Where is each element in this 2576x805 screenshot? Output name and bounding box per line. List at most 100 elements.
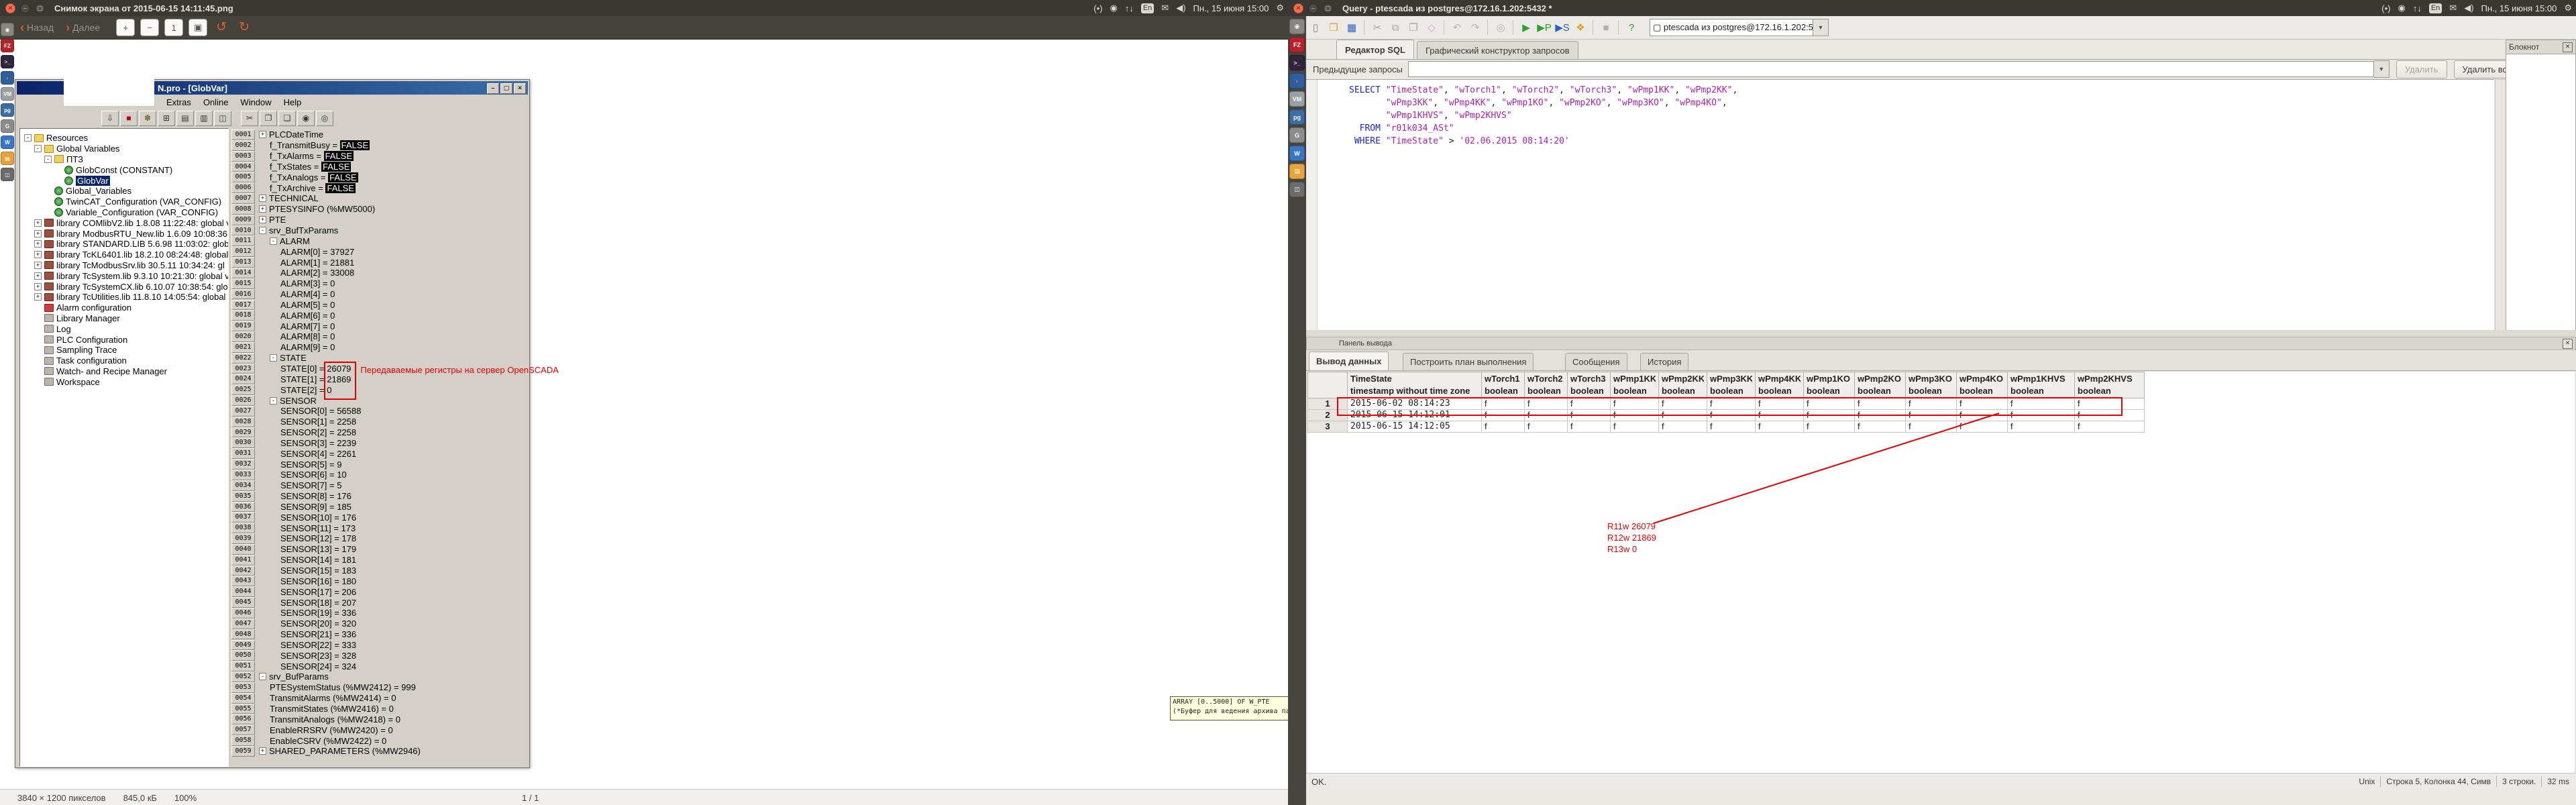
tree-item[interactable]: Library Manager	[20, 313, 228, 324]
session-menu-icon[interactable]: ⚙	[1276, 3, 1284, 13]
variable-row[interactable]: 0026-SENSOR	[231, 395, 524, 406]
collapse-icon[interactable]: -	[270, 354, 277, 362]
variable-row[interactable]: 0058EnableCSRV (%MW2422) = 0	[231, 735, 524, 746]
zoom-100-button[interactable]: 1	[164, 19, 183, 36]
tree-item[interactable]: Workspace	[20, 376, 228, 387]
trash-icon[interactable]: ◫	[1, 168, 14, 181]
help-icon[interactable]: ?	[1623, 19, 1640, 36]
tree-item[interactable]: Watch- and Recipe Manager	[20, 366, 228, 377]
expand-icon[interactable]: +	[34, 230, 42, 237]
variable-row[interactable]: 0016ALARM[4] = 0	[231, 289, 524, 300]
variable-row[interactable]: 0038SENSOR[11] = 173	[231, 523, 524, 533]
column-header[interactable]: wPmp3KKboolean	[1707, 372, 1756, 398]
tree-item[interactable]: Sampling Trace	[20, 345, 228, 356]
find-next-icon[interactable]: ◎	[316, 111, 333, 126]
tab-sql-editor[interactable]: Редактор SQL	[1336, 40, 1414, 59]
back-button[interactable]: ‹ Назад	[20, 21, 54, 35]
collapse-icon[interactable]: -	[259, 227, 266, 234]
expand-icon[interactable]: +	[259, 216, 266, 223]
tree-item[interactable]: Task configuration	[20, 356, 228, 366]
restore-icon[interactable]: ▢	[500, 83, 513, 94]
variable-row[interactable]: 0014ALARM[2] = 33008	[231, 268, 524, 278]
variable-row[interactable]: 0039SENSOR[12] = 178	[231, 533, 524, 544]
new-query-icon[interactable]: ▯	[1307, 19, 1324, 36]
keyboard-indicator[interactable]: En	[2429, 3, 2442, 13]
variable-row[interactable]: 0009+PTE	[231, 215, 524, 225]
sql-editor[interactable]: SELECT "TimeState", "wTorch1", "wTorch2"…	[1306, 79, 2494, 331]
variable-row[interactable]: 0059+SHARED_PARAMETERS (%MW2946)	[231, 746, 524, 757]
variable-row[interactable]: 0037SENSOR[10] = 176	[231, 512, 524, 523]
variable-row[interactable]: 0004f_TxStates = FALSE	[231, 162, 524, 172]
tab-graphical-query-builder[interactable]: Графический конструктор запросов	[1417, 41, 1578, 59]
tree-item[interactable]: +library ModbusRTU_New.lib 1.6.09 10:08:…	[20, 228, 228, 239]
column-header[interactable]: wTorch2boolean	[1525, 372, 1568, 398]
paste-icon[interactable]: ❏	[278, 111, 296, 126]
variable-row[interactable]: 0005f_TxAnalogs = FALSE	[231, 172, 524, 182]
variable-row[interactable]: 0047SENSOR[20] = 320	[231, 619, 524, 629]
expand-icon[interactable]: +	[34, 262, 42, 269]
variable-row[interactable]: 0030SENSOR[3] = 2239	[231, 437, 524, 448]
tree-item[interactable]: +library TcModbusSrv.lib 30.5.11 10:34:2…	[20, 260, 228, 271]
login-icon[interactable]: ▤	[176, 111, 194, 126]
connection-combo[interactable]: ▢ ptescada из postgres@172.16.1.202:5	[1650, 19, 1813, 36]
variable-row[interactable]: 0028SENSOR[1] = 2258	[231, 417, 524, 427]
next-button[interactable]: › Далее	[66, 21, 100, 35]
trash-icon[interactable]: ◫	[1289, 182, 1305, 197]
variable-row[interactable]: 0054TransmitAlarms (%MW2414) = 0	[231, 693, 524, 704]
close-window-button[interactable]: ✕	[1293, 3, 1303, 13]
variable-row[interactable]: 0036SENSOR[9] = 185	[231, 502, 524, 513]
variable-row[interactable]: 0027SENSOR[0] = 56588	[231, 406, 524, 417]
tree-item[interactable]: Alarm configuration	[20, 303, 228, 313]
variable-row[interactable]: 0012ALARM[0] = 37927	[231, 246, 524, 257]
save-icon[interactable]: ▦	[1343, 19, 1360, 36]
tree-item[interactable]: +library TcUtilities.lib 11.8.10 14:05:5…	[20, 292, 228, 303]
session-menu-icon[interactable]: ⚙	[2564, 3, 2572, 13]
variable-row[interactable]: 0003f_TxAlarms = FALSE	[231, 151, 524, 162]
variable-row[interactable]: 0034SENSOR[7] = 5	[231, 480, 524, 491]
expand-icon[interactable]: +	[34, 219, 42, 227]
volume-icon[interactable]: ◀)	[2464, 3, 2473, 13]
zoom-in-button[interactable]: +	[116, 19, 135, 36]
variable-row[interactable]: 0002f_TransmitBusy = FALSE	[231, 140, 524, 151]
vmware-icon[interactable]: VM	[1289, 91, 1305, 107]
variable-row[interactable]: 0021ALARM[9] = 0	[231, 342, 524, 353]
variable-row[interactable]: 0053PTESystemStatus (%MW2412) = 999	[231, 682, 524, 693]
close-window-button[interactable]: ✕	[5, 3, 15, 13]
collapse-icon[interactable]: -	[270, 397, 277, 405]
pgadmin-icon[interactable]: pg	[1, 103, 14, 117]
column-header[interactable]: wPmp4KOboolean	[1957, 372, 2008, 398]
expand-icon[interactable]: +	[259, 205, 266, 213]
variable-row[interactable]: 0011-ALARM	[231, 235, 524, 246]
variable-row[interactable]: 0041SENSOR[14] = 181	[231, 555, 524, 566]
minimize-window-button[interactable]: –	[20, 3, 30, 13]
menu-item-online[interactable]: Online	[203, 97, 229, 107]
variable-row[interactable]: 0032SENSOR[5] = 9	[231, 459, 524, 470]
variable-row[interactable]: 0015ALARM[3] = 0	[231, 278, 524, 289]
tree-item[interactable]: TwinCAT_Configuration (VAR_CONFIG)	[20, 197, 228, 207]
clear-window-icon[interactable]: ◇	[1423, 19, 1440, 36]
minimize-window-button[interactable]: –	[1308, 3, 1318, 13]
best-fit-button[interactable]: ▣	[189, 19, 207, 36]
undo-icon[interactable]: ↶	[1448, 19, 1466, 36]
variable-row[interactable]: 0024STATE[1] = 21869	[231, 374, 524, 384]
tree-item[interactable]: +library TcSystemCX.lib 6.10.07 10:38:54…	[20, 281, 228, 292]
combo-dropdown-icon[interactable]: ▼	[1813, 19, 1829, 36]
pane-splitter[interactable]	[1306, 330, 2576, 337]
tree-item[interactable]: -Global Variables	[20, 144, 228, 154]
variable-row[interactable]: 0042SENSOR[15] = 183	[231, 566, 524, 576]
execute-query-icon[interactable]: ▶	[1517, 19, 1535, 36]
variable-row[interactable]: 0050SENSOR[23] = 328	[231, 650, 524, 661]
files-icon[interactable]: ▤	[1, 152, 14, 165]
sync-arrows-icon[interactable]: ↑↓	[2413, 3, 2422, 13]
variable-row[interactable]: 0019ALARM[7] = 0	[231, 321, 524, 331]
expand-icon[interactable]: +	[34, 251, 42, 258]
terminal-icon[interactable]: >_	[1, 55, 14, 68]
tree-item[interactable]: Log	[20, 323, 228, 334]
tree-item[interactable]: +library STANDARD.LIB 5.6.98 11:03:02: g…	[20, 239, 228, 250]
column-header[interactable]: wPmp1KKboolean	[1611, 372, 1659, 398]
expand-icon[interactable]: +	[34, 293, 42, 301]
collapse-icon[interactable]: -	[259, 673, 266, 680]
expand-icon[interactable]: +	[34, 240, 42, 248]
table-cell[interactable]: f	[2075, 421, 2145, 433]
copy-icon[interactable]: ❐	[260, 111, 277, 126]
